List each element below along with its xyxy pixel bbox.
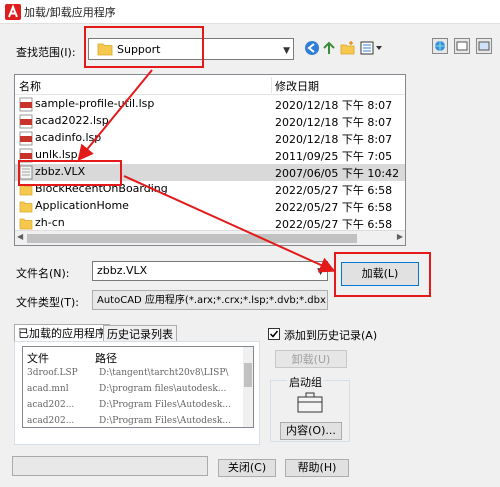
horizontal-scrollbar[interactable]: ◀ ▶ — [15, 230, 405, 245]
column-header-date[interactable]: 修改日期 — [275, 78, 319, 94]
autocad-logo-icon — [5, 4, 21, 20]
up-folder-icon[interactable] — [322, 40, 338, 56]
new-folder-icon[interactable] — [340, 40, 356, 56]
lsp-file-icon — [19, 97, 33, 112]
unload-button[interactable]: 卸载(U) — [275, 350, 347, 368]
list-item[interactable]: acadinfo.lsp 2020/12/18 下午 8:07 — [15, 130, 405, 147]
status-field — [12, 456, 208, 476]
window-title: 加载/卸载应用程序 — [24, 6, 116, 19]
column-header-file[interactable]: 文件 — [27, 350, 49, 366]
list-item[interactable]: sample-profile-util.lsp 2020/12/18 下午 8:… — [15, 96, 405, 113]
scrollbar-thumb[interactable] — [244, 363, 252, 387]
scrollbar-thumb[interactable] — [27, 234, 357, 243]
help-button[interactable]: 帮助(H) — [285, 459, 349, 477]
filename-value: zbbz.VLX — [97, 264, 148, 277]
filename-label: 文件名(N): — [16, 267, 70, 280]
table-row[interactable]: acad202... D:\Program Files\Autodesk... — [23, 398, 253, 414]
list-item[interactable]: ApplicationHome 2022/05/27 下午 6:58 — [15, 198, 405, 215]
filetype-label: 文件类型(T): — [16, 296, 80, 309]
column-header-path[interactable]: 路径 — [95, 350, 117, 366]
contents-button[interactable]: 内容(O)... — [280, 422, 342, 440]
lookin-label: 查找范围(I): — [16, 46, 76, 59]
add-history-label[interactable]: 添加到历史记录(A) — [284, 327, 377, 343]
tab-history-list[interactable]: 历史记录列表 — [103, 325, 177, 342]
annotation-box-load — [334, 252, 431, 297]
scroll-left-icon[interactable]: ◀ — [17, 232, 23, 241]
table-row[interactable]: 3droof.LSP D:\tangent\tarcht20v8\LISP\ — [23, 366, 253, 382]
scroll-right-icon[interactable]: ▶ — [397, 232, 403, 241]
vertical-scrollbar[interactable] — [243, 347, 253, 427]
close-button[interactable]: 关闭(C) — [218, 459, 276, 477]
file-list-header: 名称 修改日期 — [15, 75, 405, 95]
annotation-box-file — [18, 160, 122, 186]
table-row[interactable]: acad.mnl D:\program files\autodesk... — [23, 382, 253, 398]
annotation-box-lookin — [84, 26, 204, 68]
lsp-file-icon — [19, 131, 33, 146]
folder-icon — [19, 201, 33, 213]
briefcase-icon — [297, 392, 323, 413]
views-menu-icon[interactable] — [360, 40, 384, 56]
column-header-name[interactable]: 名称 — [19, 78, 41, 94]
list-item[interactable]: acad2022.lsp 2020/12/18 下午 8:07 — [15, 113, 405, 130]
filename-input[interactable]: zbbz.VLX ▼ — [92, 261, 328, 281]
title-bar: 加载/卸载应用程序 — [0, 0, 500, 24]
table-row[interactable]: acad202... D:\Program Files\Autodesk... — [23, 414, 253, 427]
loaded-apps-list[interactable]: 文件 路径 3droof.LSP D:\tangent\tarcht20v8\L… — [22, 346, 254, 428]
startup-suite-label: 启动组 — [287, 374, 324, 390]
favorites-icon[interactable] — [454, 38, 470, 54]
add-history-checkbox[interactable] — [268, 328, 280, 340]
chevron-down-icon[interactable]: ▼ — [317, 263, 324, 280]
checkmark-icon — [269, 330, 279, 338]
web-browse-icon[interactable] — [432, 38, 448, 54]
back-icon[interactable] — [304, 40, 320, 56]
filetype-dropdown[interactable]: AutoCAD 应用程序(*.arx;*.crx;*.lsp;*.dvb;*.d… — [92, 290, 328, 310]
lsp-file-icon — [19, 114, 33, 129]
search-window-icon[interactable] — [476, 38, 492, 54]
filetype-value: AutoCAD 应用程序(*.arx;*.crx;*.lsp;*.dvb;*.d… — [97, 295, 326, 306]
chevron-down-icon: ▼ — [283, 46, 290, 56]
tab-loaded-apps[interactable]: 已加载的应用程序 — [14, 324, 110, 342]
folder-icon — [19, 218, 33, 230]
